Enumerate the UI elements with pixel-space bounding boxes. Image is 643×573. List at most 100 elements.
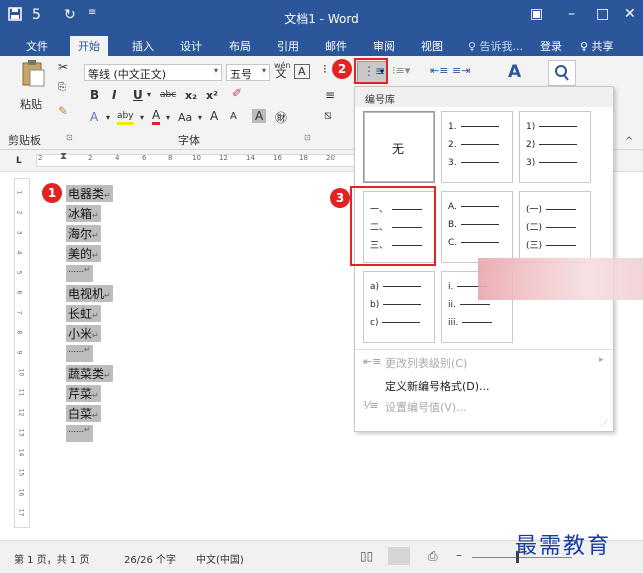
ribbon-tabs: 文件 开始 插入 设计 布局 引用 邮件 审阅 视图 ♀ 告诉我... 登录 ♀… bbox=[0, 34, 643, 56]
list-item[interactable]: ……↵ bbox=[66, 345, 93, 362]
numbering-format-1-paren[interactable]: 1) 2) 3) bbox=[519, 111, 591, 183]
text-effects-dropdown-icon[interactable]: ▾ bbox=[106, 113, 110, 122]
list-item[interactable]: 冰箱↵ bbox=[66, 205, 101, 222]
decrease-indent-icon[interactable]: ⇤≡ bbox=[430, 64, 448, 77]
tab-selector-icon[interactable]: L bbox=[16, 156, 22, 166]
bold-button[interactable]: B bbox=[90, 88, 99, 102]
resize-grip-icon[interactable]: ⋰ bbox=[601, 419, 608, 427]
define-new-number-format-item[interactable]: 定义新编号格式(D)... bbox=[385, 378, 490, 394]
list-item[interactable]: 芹菜↵ bbox=[66, 385, 101, 402]
vruler-tick: 4 bbox=[15, 250, 23, 255]
tab-mailings[interactable]: 邮件 bbox=[325, 38, 347, 54]
maximize-button[interactable]: □ bbox=[596, 6, 609, 22]
vruler-tick: 13 bbox=[17, 428, 25, 437]
font-expand-icon[interactable]: ⊡ bbox=[304, 133, 311, 142]
change-case-button[interactable]: Aa bbox=[178, 111, 192, 124]
language-indicator[interactable]: 中文(中国) bbox=[196, 551, 244, 566]
cut-icon[interactable]: ✂ bbox=[58, 60, 68, 74]
char-border-icon[interactable]: A bbox=[294, 64, 310, 79]
subscript-button[interactable]: x₂ bbox=[185, 89, 197, 102]
align-left-icon[interactable]: ≡ bbox=[325, 88, 335, 102]
title-bar: 5 ↻ ≡ 文档1 - Word ▣ – □ ✕ bbox=[0, 0, 643, 34]
list-item[interactable]: 小米↵ bbox=[66, 325, 101, 342]
increase-indent-icon[interactable]: ≡⇥ bbox=[452, 64, 470, 77]
phonetic-guide-icon[interactable]: wén 文 bbox=[274, 62, 291, 80]
find-button[interactable] bbox=[548, 60, 576, 86]
font-color-icon[interactable]: A bbox=[152, 109, 161, 125]
signin-link[interactable]: 登录 bbox=[540, 38, 562, 54]
read-mode-icon[interactable]: ▯▯ bbox=[360, 549, 373, 563]
numbering-format-1-dot[interactable]: 1. 2. 3. bbox=[441, 111, 513, 183]
char-shading-button[interactable]: A bbox=[252, 109, 267, 123]
change-list-level-item: 更改列表级别(C) bbox=[385, 357, 468, 370]
numbering-format-chinese-paren[interactable]: (一) (二) (三) bbox=[519, 191, 591, 263]
list-item[interactable]: ……↵ bbox=[66, 425, 93, 442]
highlight-icon[interactable]: aby bbox=[117, 111, 134, 125]
superscript-button[interactable]: x² bbox=[206, 89, 218, 102]
ruler-tick: 2 bbox=[88, 154, 93, 162]
page-count[interactable]: 第 1 页，共 1 页 bbox=[14, 551, 89, 566]
print-layout-icon[interactable] bbox=[388, 547, 410, 565]
ribbon-display-options-icon[interactable]: ▣ bbox=[530, 6, 543, 22]
share-button[interactable]: ♀ 共享 bbox=[580, 38, 614, 54]
word-count[interactable]: 26/26 个字 bbox=[124, 551, 176, 566]
bullets-icon[interactable]: ⁝ bbox=[323, 62, 327, 76]
minimize-button[interactable]: – bbox=[568, 6, 575, 22]
shrink-font-button[interactable]: A bbox=[230, 111, 237, 122]
list-item[interactable]: 长虹↵ bbox=[66, 305, 101, 322]
list-item[interactable]: ……↵ bbox=[66, 265, 93, 282]
font-color-dropdown-icon[interactable]: ▾ bbox=[166, 113, 170, 122]
tab-layout[interactable]: 布局 bbox=[229, 38, 251, 54]
styles-icon[interactable]: A bbox=[508, 62, 521, 82]
ruler-tick: 12 bbox=[219, 154, 228, 162]
watermark: 最需教育 bbox=[515, 534, 612, 559]
highlight-dropdown-icon[interactable]: ▾ bbox=[140, 113, 144, 122]
enclose-characters-icon[interactable]: ㊖ bbox=[275, 109, 287, 126]
format-painter-icon[interactable]: ✎ bbox=[58, 104, 68, 118]
list-item[interactable]: 蔬菜类↵ bbox=[66, 365, 113, 382]
change-case-dropdown-icon[interactable]: ▾ bbox=[198, 113, 202, 122]
ruler-tick: 4 bbox=[115, 154, 120, 162]
indent-marker-icon[interactable]: ⧗ bbox=[60, 151, 67, 162]
clear-formatting-icon[interactable]: ✐ bbox=[232, 86, 242, 100]
clipboard-expand-icon[interactable]: ⊡ bbox=[66, 133, 73, 142]
list-item[interactable]: 电视机↵ bbox=[66, 285, 113, 302]
list-item[interactable]: 白菜↵ bbox=[66, 405, 101, 422]
underline-button[interactable]: U bbox=[133, 88, 143, 102]
tab-file[interactable]: 文件 bbox=[26, 38, 48, 54]
collapse-ribbon-icon[interactable]: ^ bbox=[625, 136, 633, 147]
paste-icon[interactable] bbox=[20, 60, 46, 90]
list-item[interactable]: 美的↵ bbox=[66, 245, 101, 262]
ruler-tick: 2 bbox=[38, 154, 43, 162]
copy-icon[interactable]: ⎘ bbox=[58, 82, 66, 93]
list-item[interactable]: 电器类↵ bbox=[66, 185, 113, 202]
underline-dropdown-icon[interactable]: ▾ bbox=[147, 90, 151, 99]
tab-home[interactable]: 开始 bbox=[70, 36, 108, 56]
numbering-highlight-box bbox=[354, 58, 388, 84]
multilevel-list-icon[interactable]: ⁝≡▾ bbox=[392, 64, 410, 77]
numbering-none-option[interactable]: 无 bbox=[363, 111, 435, 183]
strikethrough-button[interactable]: abc bbox=[160, 90, 176, 100]
zoom-out-icon[interactable]: – bbox=[456, 548, 462, 562]
grow-font-button[interactable]: A bbox=[210, 109, 218, 123]
text-effects-icon[interactable]: A bbox=[90, 110, 98, 124]
tab-view[interactable]: 视图 bbox=[421, 38, 443, 54]
web-layout-icon[interactable]: ⎙ bbox=[428, 549, 438, 564]
tab-review[interactable]: 审阅 bbox=[373, 38, 395, 54]
tab-insert[interactable]: 插入 bbox=[132, 38, 154, 54]
numbering-format-lower-alpha[interactable]: a) b) c) bbox=[363, 271, 435, 343]
close-button[interactable]: ✕ bbox=[624, 6, 636, 22]
ruler-tick: 8 bbox=[168, 154, 173, 162]
italic-button[interactable]: I bbox=[112, 88, 116, 102]
tab-design[interactable]: 设计 bbox=[180, 38, 202, 54]
tell-me-search[interactable]: ♀ 告诉我... bbox=[468, 38, 523, 54]
ruler-tick: 6 bbox=[142, 154, 147, 162]
vruler-tick: 12 bbox=[17, 408, 25, 417]
tab-references[interactable]: 引用 bbox=[277, 38, 299, 54]
shading-icon[interactable]: ⧅ bbox=[324, 108, 332, 123]
paste-label[interactable]: 粘贴 bbox=[20, 96, 42, 112]
font-name-combo[interactable]: 等线 (中文正文) ▾ bbox=[84, 64, 222, 81]
list-item[interactable]: 海尔↵ bbox=[66, 225, 101, 242]
font-size-combo[interactable]: 五号 ▾ bbox=[226, 64, 270, 81]
numbering-format-upper-alpha[interactable]: A. B. C. bbox=[441, 191, 513, 263]
